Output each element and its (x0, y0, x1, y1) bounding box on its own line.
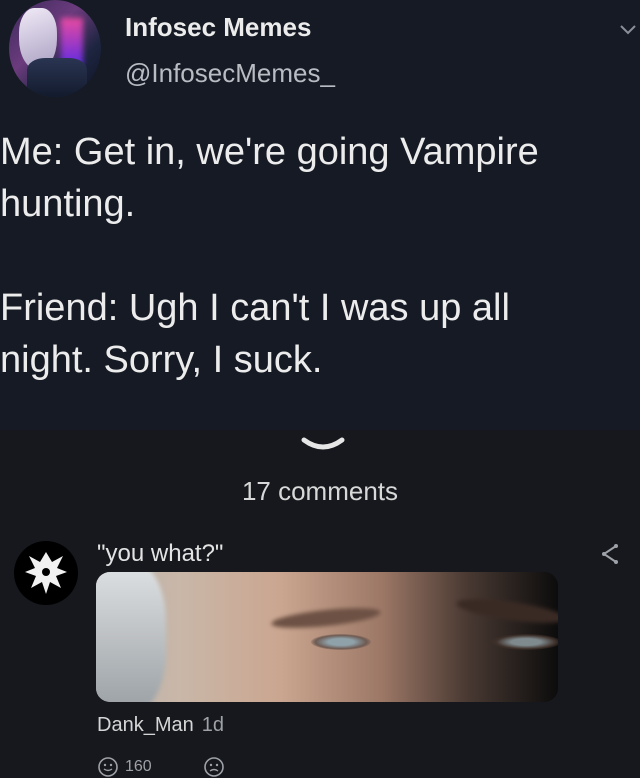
tweet-line: Friend: Ugh I can't I was up all (0, 287, 510, 329)
tweet-line: hunting. (0, 183, 136, 225)
comments-count[interactable]: 17 comments (0, 476, 640, 507)
reaction-dislike[interactable] (203, 756, 231, 778)
tweet-line: Me: Get in, we're going Vampire (0, 131, 539, 173)
commenter-avatar[interactable] (14, 541, 78, 605)
comment-meta: Dank_Man 1d (97, 714, 224, 737)
comment-time: 1d (201, 714, 224, 736)
tweet-card: Infosec Memes @InfosecMemes_ Me: Get in,… (0, 0, 640, 430)
reaction-like[interactable]: 160 (97, 756, 152, 778)
comment-text: "you what?" (97, 540, 224, 567)
dragon-logo-icon (25, 552, 67, 594)
share-icon[interactable] (598, 542, 622, 566)
comment-image[interactable] (96, 572, 558, 702)
chevron-down-icon[interactable] (617, 18, 639, 40)
tweet-line: night. Sorry, I suck. (0, 339, 323, 381)
frown-icon (204, 757, 224, 777)
profile-avatar[interactable] (9, 0, 101, 97)
tweet-text: Me: Get in, we're going Vampire hunting.… (0, 126, 630, 386)
account-name[interactable]: Infosec Memes (125, 12, 311, 43)
account-handle[interactable]: @InfosecMemes_ (125, 58, 335, 89)
comment-author[interactable]: Dank_Man (97, 714, 194, 736)
smiley-icon (98, 757, 118, 777)
reaction-count: 160 (125, 758, 152, 775)
expand-chevron-icon[interactable] (300, 432, 346, 460)
